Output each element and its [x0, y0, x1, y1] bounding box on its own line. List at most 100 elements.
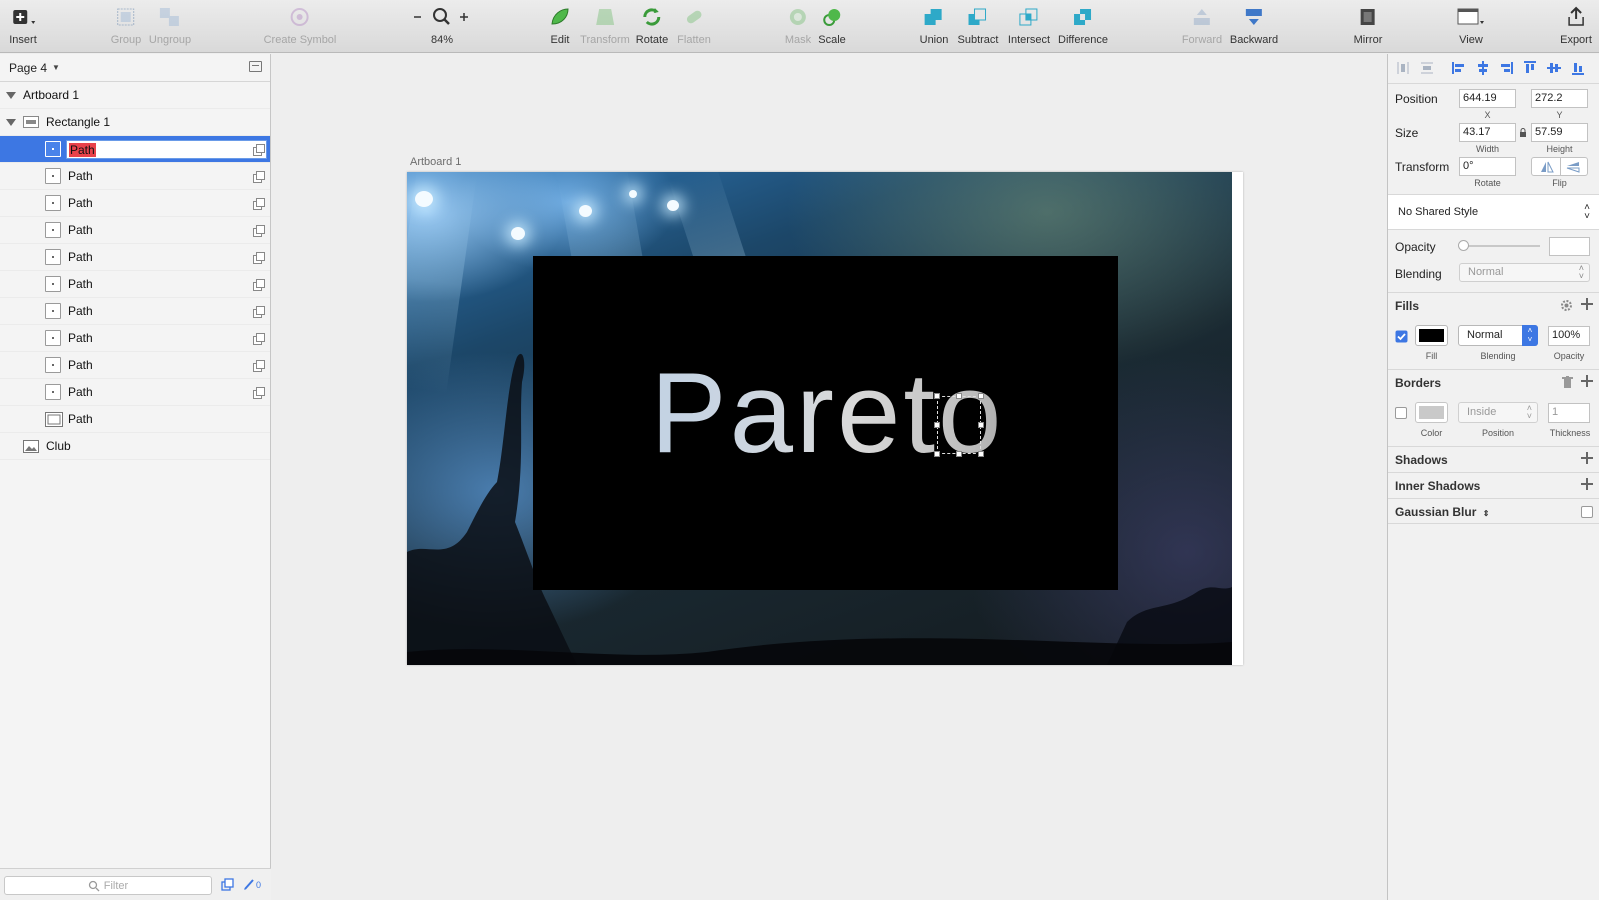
forward-button[interactable]: Forward	[1182, 0, 1222, 53]
selection-box[interactable]	[934, 393, 984, 457]
layer-path[interactable]: Path	[0, 217, 270, 244]
collapse-pages-icon[interactable]	[249, 61, 262, 72]
layer-artboard[interactable]: Artboard 1	[0, 82, 270, 109]
backward-button[interactable]: Backward	[1230, 0, 1278, 53]
resize-handle[interactable]	[978, 422, 984, 428]
blending-select[interactable]: Normal ˄ ˅	[1459, 263, 1590, 282]
layer-path[interactable]: Path	[0, 271, 270, 298]
inner-shadows-section[interactable]: Inner Shadows	[1388, 472, 1599, 498]
union-button[interactable]: Union	[920, 0, 948, 53]
export-button[interactable]: Export	[1560, 0, 1592, 53]
shared-style-select[interactable]: No Shared Style ˄ ˅	[1388, 194, 1599, 230]
lock-icon[interactable]	[1519, 128, 1527, 138]
resize-handle[interactable]	[956, 451, 962, 457]
shadows-section[interactable]: Shadows	[1388, 446, 1599, 472]
flip-vertical-icon[interactable]	[1566, 161, 1580, 173]
club-image[interactable]: Pareto	[407, 172, 1232, 665]
y-input[interactable]: 272.2	[1531, 89, 1588, 108]
flip-horizontal-icon[interactable]	[1540, 161, 1554, 173]
align-center-icon[interactable]	[1476, 61, 1490, 75]
duplicate-icon[interactable]	[253, 360, 265, 372]
duplicate-icon[interactable]	[253, 252, 265, 264]
layer-path-selected[interactable]: Path	[0, 136, 270, 163]
layer-image-club[interactable]: Club	[0, 433, 270, 460]
filter-input[interactable]: Filter	[4, 876, 212, 895]
pareto-text[interactable]: Pareto	[533, 348, 1118, 479]
scale-button[interactable]: Scale	[818, 0, 846, 53]
ungroup-button[interactable]: Ungroup	[149, 0, 191, 53]
duplicate-icon[interactable]	[253, 144, 265, 156]
fill-enabled-checkbox[interactable]	[1395, 330, 1408, 343]
rotate-input[interactable]: 0°	[1459, 157, 1516, 176]
subtract-button[interactable]: Subtract	[958, 0, 998, 53]
duplicate-icon[interactable]	[253, 171, 265, 183]
align-bottom-icon[interactable]	[1571, 61, 1585, 75]
distribute-vertical-icon[interactable]	[1420, 61, 1434, 75]
gaussian-blur-checkbox[interactable]	[1581, 506, 1593, 518]
disclosure-triangle-icon[interactable]	[6, 92, 16, 99]
border-thickness-input[interactable]: 1	[1548, 403, 1590, 423]
duplicate-icon[interactable]	[253, 387, 265, 399]
layer-path[interactable]: Path	[0, 352, 270, 379]
x-input[interactable]: 644.19	[1459, 89, 1516, 108]
layer-path[interactable]: Path	[0, 325, 270, 352]
align-middle-icon[interactable]	[1547, 61, 1561, 75]
width-input[interactable]: 43.17	[1459, 123, 1516, 142]
zoom-control[interactable]: 84%	[412, 0, 472, 53]
canvas[interactable]: Artboard 1 Pareto	[272, 54, 1387, 900]
duplicate-icon[interactable]	[253, 333, 265, 345]
height-input[interactable]: 57.59	[1531, 123, 1588, 142]
flatten-button[interactable]: Flatten	[677, 0, 711, 53]
fill-color-well[interactable]	[1415, 325, 1448, 346]
artboard[interactable]: Pareto	[407, 172, 1243, 665]
transform-button[interactable]: Transform	[580, 0, 630, 53]
add-inner-shadow-icon[interactable]	[1581, 478, 1593, 490]
layer-group-rectangle[interactable]: Rectangle 1	[0, 109, 270, 136]
duplicate-icon[interactable]	[253, 225, 265, 237]
resize-handle[interactable]	[978, 393, 984, 399]
opacity-input[interactable]	[1549, 237, 1590, 256]
opacity-slider[interactable]	[1458, 240, 1540, 251]
layer-path[interactable]: Path	[0, 190, 270, 217]
fill-opacity-input[interactable]: 100%	[1548, 326, 1590, 346]
slice-filter-icon[interactable]	[243, 878, 255, 891]
border-color-well[interactable]	[1415, 402, 1448, 423]
layer-path[interactable]: Path	[0, 163, 270, 190]
layer-path[interactable]: Path	[0, 298, 270, 325]
page-selector[interactable]: Page 4 ▼	[0, 54, 270, 82]
layer-path[interactable]: Path	[0, 379, 270, 406]
intersect-button[interactable]: Intersect	[1008, 0, 1050, 53]
view-button[interactable]: View	[1456, 0, 1486, 53]
group-button[interactable]: Group	[111, 0, 141, 53]
layer-path[interactable]: Path	[0, 244, 270, 271]
gaussian-blur-section[interactable]: Gaussian Blur ⇕	[1388, 498, 1599, 524]
resize-handle[interactable]	[978, 451, 984, 457]
edit-button[interactable]: Edit	[549, 0, 571, 53]
align-left-icon[interactable]	[1452, 61, 1466, 75]
border-position-select[interactable]: Inside ˄ ˅	[1458, 402, 1538, 423]
border-enabled-checkbox[interactable]	[1395, 407, 1407, 419]
difference-button[interactable]: Difference	[1058, 0, 1108, 53]
layer-path-last[interactable]: Path	[0, 406, 270, 433]
fill-blending-select[interactable]: Normal ˄ ˅	[1458, 325, 1538, 346]
trash-icon[interactable]	[1562, 376, 1573, 389]
mask-button[interactable]: Mask	[785, 0, 811, 53]
align-right-icon[interactable]	[1499, 61, 1513, 75]
disclosure-triangle-icon[interactable]	[6, 119, 16, 126]
artboard-label[interactable]: Artboard 1	[410, 156, 461, 168]
rotate-button[interactable]: Rotate	[636, 0, 668, 53]
duplicate-icon[interactable]	[253, 306, 265, 318]
rectangle-mask[interactable]: Pareto	[533, 256, 1118, 590]
distribute-horizontal-icon[interactable]	[1396, 61, 1410, 75]
align-top-icon[interactable]	[1523, 61, 1537, 75]
gear-icon[interactable]	[1560, 299, 1573, 312]
opacity-slider-knob[interactable]	[1458, 240, 1469, 251]
add-fill-icon[interactable]	[1581, 298, 1593, 310]
resize-handle[interactable]	[956, 393, 962, 399]
add-shadow-icon[interactable]	[1581, 452, 1593, 464]
resize-handle[interactable]	[934, 422, 940, 428]
symbols-filter-icon[interactable]	[221, 878, 235, 892]
layer-rename-input[interactable]: Path	[66, 140, 267, 159]
resize-handle[interactable]	[934, 451, 940, 457]
resize-handle[interactable]	[934, 393, 940, 399]
